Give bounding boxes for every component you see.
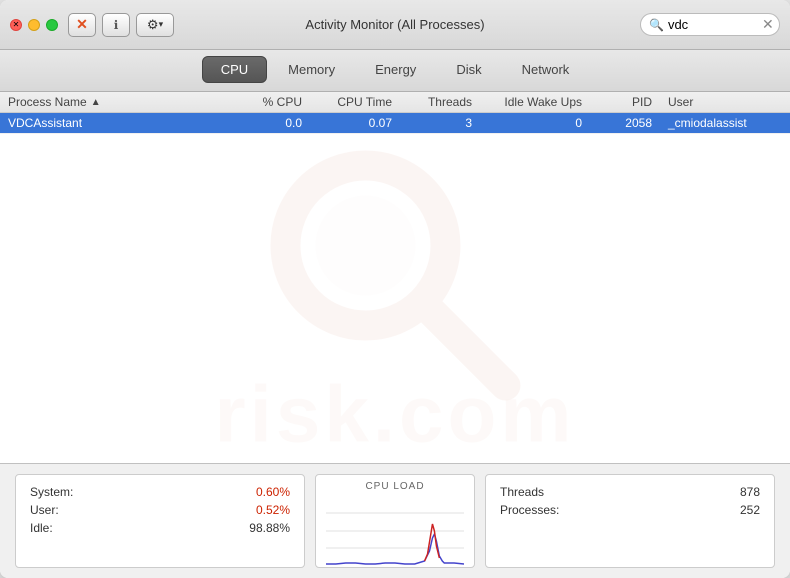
tab-cpu[interactable]: CPU (202, 56, 267, 83)
gear-dropdown-icon: ▾ (159, 19, 164, 30)
gear-icon: ⚙ (147, 17, 159, 33)
gear-button[interactable]: ⚙ ▾ (136, 13, 174, 37)
traffic-lights: ✕ (10, 19, 58, 31)
stats-bar: System: 0.60% User: 0.52% Idle: 98.88% C… (0, 463, 790, 578)
close-icon: ✕ (13, 20, 20, 29)
col-pid[interactable]: PID (590, 95, 660, 109)
sort-arrow-icon: ▲ (91, 97, 101, 108)
column-headers: Process Name ▲ % CPU CPU Time Threads Id… (0, 92, 790, 113)
processes-value: 252 (740, 503, 760, 517)
search-input[interactable] (668, 17, 758, 32)
cell-threads: 3 (400, 116, 480, 130)
window-title-text: Activity Monitor (All Processes) (305, 17, 484, 32)
cpu-stats-panel: System: 0.60% User: 0.52% Idle: 98.88% (15, 474, 305, 568)
threads-label: Threads (500, 485, 544, 499)
col-user[interactable]: User (660, 95, 790, 109)
search-bar: 🔍 ✕ (640, 13, 780, 36)
user-label: User: (30, 503, 59, 517)
cell-pid: 2058 (590, 116, 660, 130)
col-process-name[interactable]: Process Name ▲ (0, 95, 230, 109)
right-stats-panel: Threads 878 Processes: 252 (485, 474, 775, 568)
stats-row-idle: Idle: 98.88% (30, 521, 290, 535)
process-list: risk.com VDCAssistant 0.0 0.07 3 0 2058 (0, 113, 790, 463)
stats-row-threads: Threads 878 (500, 485, 760, 499)
close-button[interactable]: ✕ (10, 19, 22, 31)
cpu-load-chart (326, 496, 464, 569)
info-button[interactable]: ℹ (102, 13, 130, 37)
cell-process-name: VDCAssistant (0, 116, 230, 130)
processes-label: Processes: (500, 503, 559, 517)
tab-energy[interactable]: Energy (356, 56, 435, 83)
stats-row-user: User: 0.52% (30, 503, 290, 517)
window-title: Activity Monitor (All Processes) (305, 17, 484, 32)
table-row[interactable]: VDCAssistant 0.0 0.07 3 0 2058 _cmiodala… (0, 113, 790, 134)
cell-user: _cmiodalassist (660, 116, 790, 130)
stop-icon: ✕ (76, 16, 88, 33)
stats-row-system: System: 0.60% (30, 485, 290, 499)
col-idle-wake[interactable]: Idle Wake Ups (480, 95, 590, 109)
tab-network[interactable]: Network (503, 56, 589, 83)
title-bar: ✕ ✕ ℹ ⚙ ▾ Activity Monitor (All Processe… (0, 0, 790, 50)
cpu-load-panel: CPU LOAD (315, 474, 475, 568)
user-value: 0.52% (256, 503, 290, 517)
maximize-button[interactable] (46, 19, 58, 31)
minimize-button[interactable] (28, 19, 40, 31)
cell-idle-wake: 0 (480, 116, 590, 130)
cpu-load-title: CPU LOAD (365, 481, 424, 492)
search-icon: 🔍 (649, 18, 664, 32)
info-icon: ℹ (114, 18, 119, 32)
col-pct-cpu[interactable]: % CPU (230, 95, 310, 109)
system-value: 0.60% (256, 485, 290, 499)
watermark: risk.com (214, 116, 575, 461)
stats-row-processes: Processes: 252 (500, 503, 760, 517)
cell-cpu-time: 0.07 (310, 116, 400, 130)
tab-memory[interactable]: Memory (269, 56, 354, 83)
system-label: System: (30, 485, 73, 499)
col-threads[interactable]: Threads (400, 95, 480, 109)
idle-value: 98.88% (249, 521, 290, 535)
col-cpu-time[interactable]: CPU Time (310, 95, 400, 109)
search-clear-button[interactable]: ✕ (762, 16, 774, 33)
idle-label: Idle: (30, 521, 53, 535)
activity-monitor-window: ✕ ✕ ℹ ⚙ ▾ Activity Monitor (All Processe… (0, 0, 790, 578)
threads-value: 878 (740, 485, 760, 499)
cell-pct-cpu: 0.0 (230, 116, 310, 130)
toolbar-buttons: ✕ ℹ ⚙ ▾ (68, 13, 174, 37)
tab-bar: CPU Memory Energy Disk Network (0, 50, 790, 92)
tab-disk[interactable]: Disk (437, 56, 500, 83)
stop-button[interactable]: ✕ (68, 13, 96, 37)
